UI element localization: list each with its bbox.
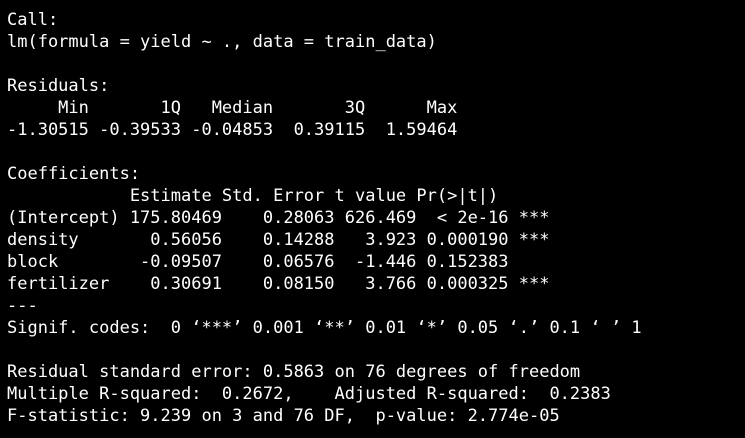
residuals-header: Residuals: <box>7 76 110 96</box>
signif-codes: Signif. codes: 0 ‘***’ 0.001 ‘**’ 0.01 ‘… <box>7 318 642 338</box>
separator: --- <box>7 296 38 316</box>
residuals-values: -1.30515 -0.39533 -0.04853 0.39115 1.594… <box>7 120 468 140</box>
coefficients-header: Coefficients: <box>7 164 141 184</box>
coef-row-fertilizer: fertilizer 0.30691 0.08150 3.766 0.00032… <box>7 274 550 294</box>
coef-row-density: density 0.56056 0.14288 3.923 0.000190 *… <box>7 230 550 250</box>
call-formula: lm(formula = yield ~ ., data = train_dat… <box>7 32 437 52</box>
coef-row-block: block -0.09507 0.06576 -1.446 0.152383 <box>7 252 550 272</box>
r-console-output: Call: lm(formula = yield ~ ., data = tra… <box>7 9 743 435</box>
coefficients-columns: Estimate Std. Error t value Pr(>|t|) <box>7 186 540 206</box>
residuals-labels: Min 1Q Median 3Q Max <box>7 98 468 118</box>
call-header: Call: <box>7 10 59 30</box>
coef-row-intercept: (Intercept) 175.80469 0.28063 626.469 < … <box>7 208 550 228</box>
f-statistic: F-statistic: 9.239 on 3 and 76 DF, p-val… <box>7 406 560 426</box>
residual-standard-error: Residual standard error: 0.5863 on 76 de… <box>7 362 581 382</box>
r-squared: Multiple R-squared: 0.2672, Adjusted R-s… <box>7 384 622 404</box>
